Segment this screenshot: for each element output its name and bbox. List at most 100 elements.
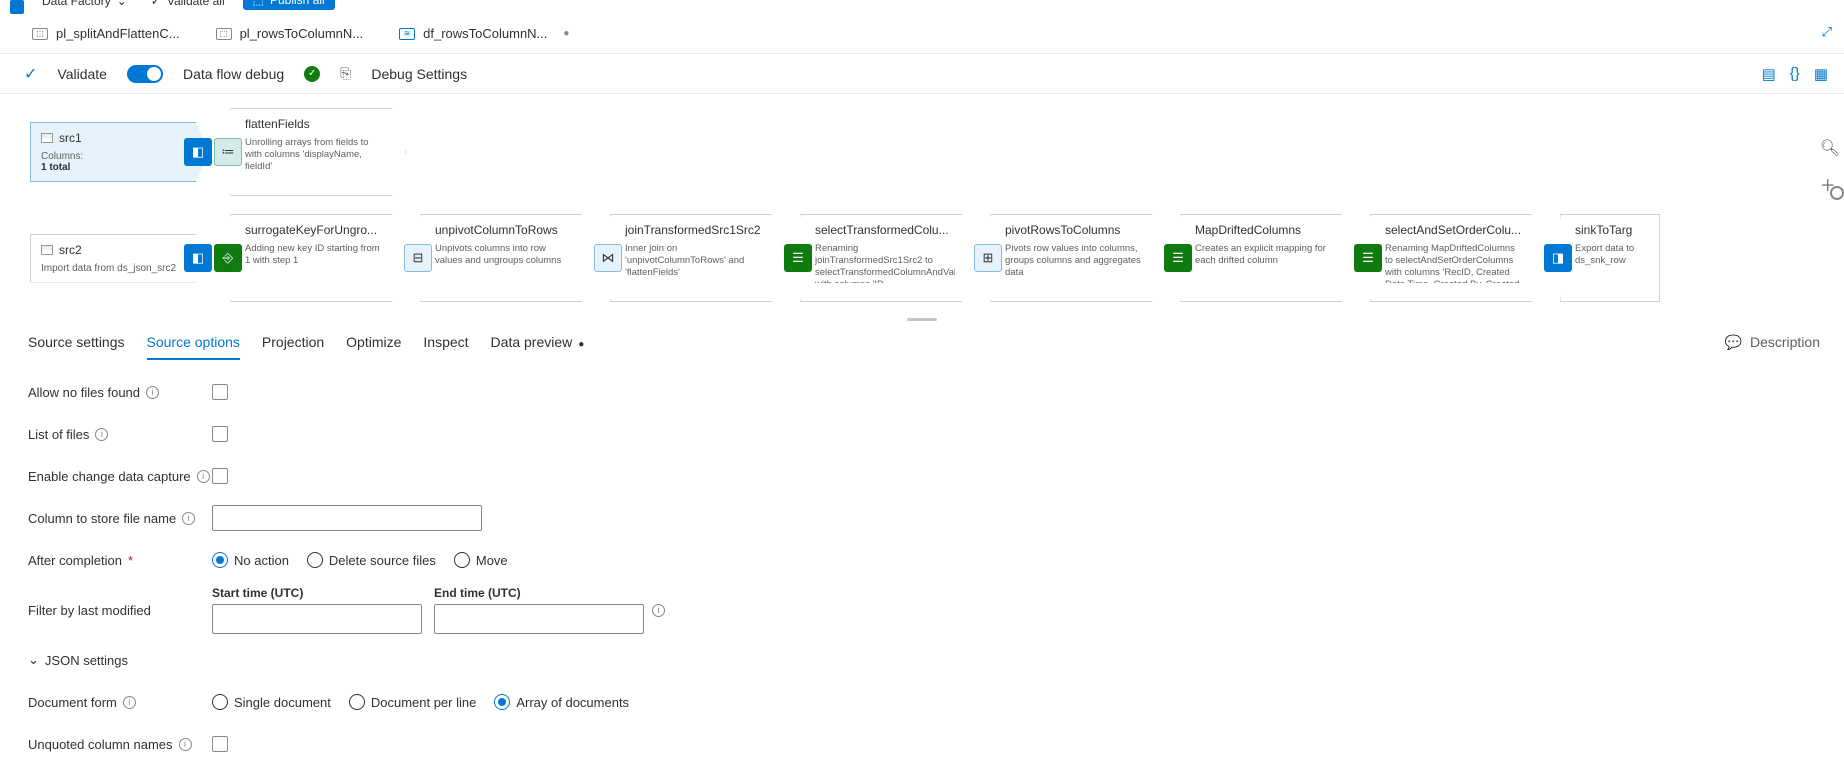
tab-label: pl_rowsToColumnN... [240, 26, 364, 41]
expand-icon[interactable]: ⤢ [1822, 24, 1832, 40]
node-desc: Export data to ds_snk_row [1575, 243, 1649, 267]
add-transform-icon[interactable]: + [1540, 291, 1547, 305]
list-icon[interactable]: ▦ [1814, 65, 1828, 83]
add-transform-icon[interactable]: + [1160, 291, 1167, 305]
node-title: MapDriftedColumns [1195, 223, 1335, 237]
node-desc: Adding new key ID starting from 1 with s… [245, 243, 385, 267]
source-dataset-icon: ◧ [184, 138, 212, 166]
info-icon[interactable]: i [182, 512, 195, 525]
app-grid-icon[interactable] [10, 0, 24, 14]
step-mapDrifted[interactable]: MapDriftedColumns Creates an explicit ma… [1180, 214, 1356, 302]
step-join[interactable]: joinTransformedSrc1Src2 Inner join on 'u… [610, 214, 786, 302]
node-desc: Renaming MapDriftedColumns to selectAndS… [1385, 243, 1525, 283]
radio-document-per-line[interactable]: Document per line [349, 694, 477, 710]
node-desc: Creates an explicit mapping for each dri… [1195, 243, 1335, 267]
radio-no-action[interactable]: No action [212, 552, 289, 568]
step-selectTransformed[interactable]: selectTransformedColu... Renaming joinTr… [800, 214, 976, 302]
add-transform-icon[interactable]: + [400, 185, 407, 199]
tab-source-settings[interactable]: Source settings [28, 324, 125, 360]
select-order-icon: ☰ [1354, 244, 1382, 272]
zoom-handle-icon[interactable] [1830, 186, 1844, 200]
node-desc: Unpivots columns into row values and ung… [435, 243, 575, 267]
validate-all-menu[interactable]: ✓ Validate all [145, 0, 231, 8]
source-node-src1[interactable]: src1 Columns: 1 total + [24, 122, 210, 182]
radio-delete-source[interactable]: Delete source files [307, 552, 436, 568]
step-selectOrder[interactable]: selectAndSetOrderColu... Renaming MapDri… [1370, 214, 1546, 302]
json-settings-header[interactable]: ⌄JSON settings [28, 652, 128, 668]
info-icon[interactable]: i [197, 470, 210, 483]
enable-cdc-checkbox[interactable] [212, 468, 228, 484]
add-transform-icon[interactable]: + [780, 291, 787, 305]
debug-settings-icon: ⎘ [340, 65, 351, 82]
data-factory-label: Data Factory [42, 0, 111, 6]
add-transform-icon[interactable]: + [970, 291, 977, 305]
validate-all-label: Validate all [167, 0, 225, 6]
allow-no-files-checkbox[interactable] [212, 384, 228, 400]
debug-toggle[interactable] [127, 65, 163, 83]
debug-settings-button[interactable]: Debug Settings [371, 66, 467, 82]
validate-icon: ✓ [24, 64, 37, 84]
source-node-src2[interactable]: src2 Import data from ds_json_src2 + [24, 234, 210, 283]
node-title: selectTransformedColu... [815, 223, 955, 237]
add-transform-icon[interactable]: + [204, 171, 211, 185]
tab-inspect[interactable]: Inspect [423, 324, 468, 360]
surrogate-key-icon: ⎆ [214, 244, 242, 272]
detail-tabs: Source settings Source options Projectio… [0, 322, 1844, 362]
flatten-icon: ≔ [214, 138, 242, 166]
layout-icon[interactable]: ▤ [1762, 65, 1776, 83]
step-sink[interactable]: sinkToTarg Export data to ds_snk_row [1560, 214, 1660, 302]
document-form-label: Document formi [28, 695, 212, 710]
braces-icon[interactable]: {} [1790, 65, 1800, 83]
node-title: src2 [59, 243, 82, 257]
tab-optimize[interactable]: Optimize [346, 324, 401, 360]
tab-pipeline-2[interactable]: ⬚pl_rowsToColumnN... [198, 14, 382, 53]
publish-all-button[interactable]: ⬚ Publish all [243, 0, 335, 10]
panel-resize-handle[interactable] [907, 318, 937, 321]
radio-array-of-documents[interactable]: Array of documents [494, 694, 629, 710]
info-icon[interactable]: i [146, 386, 159, 399]
end-time-input[interactable] [434, 604, 644, 634]
add-transform-icon[interactable]: + [590, 291, 597, 305]
validate-button[interactable]: Validate [57, 66, 107, 82]
tab-source-options[interactable]: Source options [147, 324, 240, 360]
node-title: unpivotColumnToRows [435, 223, 575, 237]
unquoted-col-checkbox[interactable] [212, 736, 228, 752]
step-unpivot[interactable]: unpivotColumnToRows Unpivots columns int… [420, 214, 596, 302]
enable-cdc-label: Enable change data capturei [28, 469, 212, 484]
join-icon: ⋈ [594, 244, 622, 272]
list-of-files-checkbox[interactable] [212, 426, 228, 442]
start-time-input[interactable] [212, 604, 422, 634]
add-transform-icon[interactable]: + [400, 291, 407, 305]
info-icon[interactable]: i [123, 696, 136, 709]
tab-dataflow-active[interactable]: ≋df_rowsToColumnN... [381, 14, 587, 53]
debug-toggle-label: Data flow debug [183, 66, 284, 82]
add-transform-icon[interactable]: + [204, 272, 211, 286]
info-icon[interactable]: i [179, 738, 192, 751]
search-canvas-icon[interactable]: 🔍︎ [1820, 138, 1840, 158]
node-desc: Unrolling arrays from fields to with col… [245, 137, 385, 173]
dataflow-canvas[interactable]: src1 Columns: 1 total + ◧ ≔ flattenField… [0, 94, 1844, 316]
node-title: joinTransformedSrc1Src2 [625, 223, 765, 237]
tab-data-preview[interactable]: Data preview [491, 324, 585, 360]
end-time-label: End time (UTC) [434, 586, 644, 600]
sink-icon: ◨ [1544, 244, 1572, 272]
tab-pipeline-1[interactable]: ⬚pl_splitAndFlattenC... [14, 14, 198, 53]
allow-no-files-label: Allow no files foundi [28, 385, 212, 400]
radio-single-document[interactable]: Single document [212, 694, 331, 710]
step-pivot[interactable]: pivotRowsToColumns Pivots row values int… [990, 214, 1166, 302]
pivot-icon: ⊞ [974, 244, 1002, 272]
info-icon[interactable]: i [652, 604, 665, 617]
step-surrogateKey[interactable]: surrogateKeyForUngro... Adding new key I… [230, 214, 406, 302]
radio-move[interactable]: Move [454, 552, 508, 568]
add-transform-icon[interactable]: + [1350, 291, 1357, 305]
unquoted-col-label: Unquoted column namesi [28, 737, 212, 752]
info-icon[interactable]: i [95, 428, 108, 441]
description-toggle[interactable]: 💬 Description [1725, 334, 1820, 351]
data-factory-menu[interactable]: Data Factory ⌄ [36, 0, 133, 8]
tab-projection[interactable]: Projection [262, 324, 324, 360]
node-title: sinkToTarg [1575, 223, 1649, 237]
node-title: flattenFields [245, 117, 385, 131]
step-flattenFields[interactable]: flattenFields Unrolling arrays from fiel… [230, 108, 406, 196]
tab-label: pl_splitAndFlattenC... [56, 26, 180, 41]
col-filename-input[interactable] [212, 505, 482, 531]
